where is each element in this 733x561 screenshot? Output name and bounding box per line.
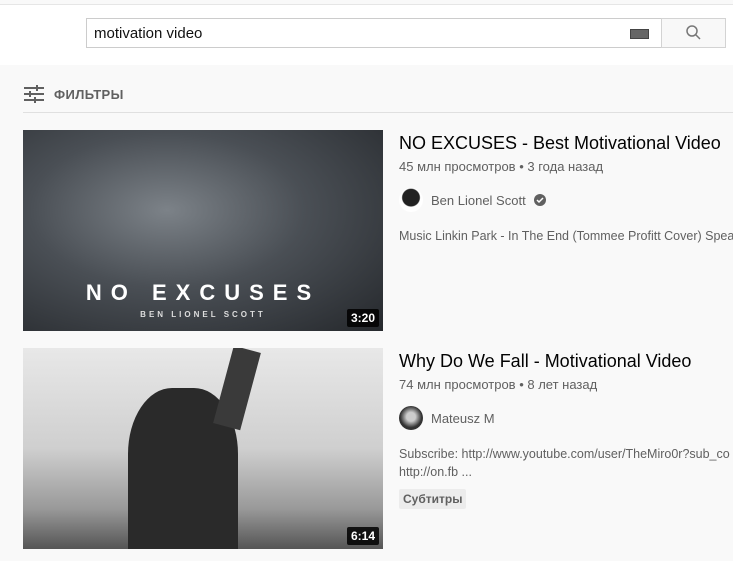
thumbnail-arm: [213, 348, 261, 431]
channel-name[interactable]: Mateusz M: [431, 411, 495, 426]
channel-link[interactable]: Ben Lionel Scott: [399, 188, 733, 212]
video-thumbnail[interactable]: NO EXCUSES BEN LIONEL SCOTT 3:20: [23, 130, 383, 331]
video-description-line2: http://on.fb ...: [399, 465, 472, 479]
masthead: [0, 4, 733, 65]
channel-name[interactable]: Ben Lionel Scott: [431, 193, 526, 208]
video-description: Subscribe: http://www.youtube.com/user/T…: [399, 447, 730, 461]
thumbnail-text: NO EXCUSES: [85, 280, 321, 305]
video-title[interactable]: Why Do We Fall - Motivational Video: [399, 351, 733, 372]
video-description: Music Linkin Park - In The End (Tommee P…: [399, 229, 733, 243]
channel-link[interactable]: Mateusz M: [399, 406, 733, 430]
search-icon: [685, 25, 701, 40]
view-count: 74 млн просмотров: [399, 377, 516, 392]
search-button[interactable]: [661, 18, 726, 48]
channel-avatar[interactable]: [399, 188, 423, 212]
duration-badge: 6:14: [346, 527, 379, 545]
search-input[interactable]: [87, 19, 607, 47]
search-box[interactable]: [86, 18, 662, 48]
subtitles-badge: Субтитры: [399, 489, 467, 509]
filters-button[interactable]: ФИЛЬТРЫ: [24, 85, 124, 103]
keyboard-icon[interactable]: [630, 29, 649, 39]
verified-icon: [533, 194, 546, 206]
upload-age: 8 лет назад: [527, 377, 598, 392]
channel-avatar[interactable]: [399, 406, 423, 430]
thumbnail-subtext: BEN LIONEL SCOTT: [140, 310, 266, 319]
duration-badge: 3:20: [346, 309, 379, 327]
filters-label: ФИЛЬТРЫ: [54, 86, 124, 102]
video-thumbnail[interactable]: 6:14: [23, 348, 383, 549]
filter-sliders-icon: [24, 85, 44, 103]
divider: [23, 112, 733, 113]
upload-age: 3 года назад: [527, 159, 604, 174]
video-title[interactable]: NO EXCUSES - Best Motivational Video: [399, 133, 733, 154]
view-count: 45 млн просмотров: [399, 159, 516, 174]
